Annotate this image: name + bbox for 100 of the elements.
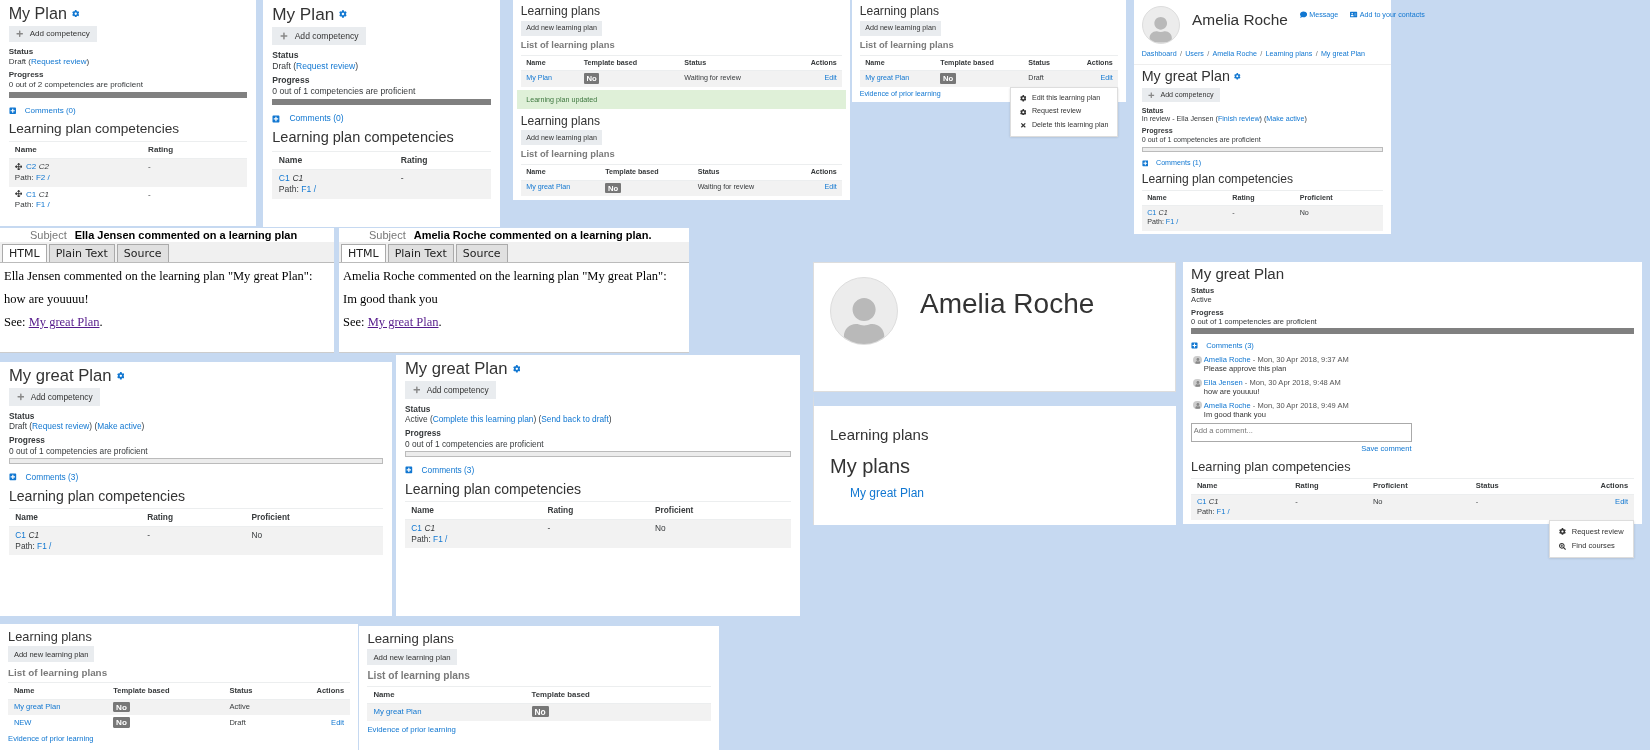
table-cell: - [140,526,246,556]
plus-icon [412,386,421,394]
progress-text: 0 out of 1 competencies are proficient [404,438,545,450]
path-link[interactable]: F1 / [37,540,52,551]
view-tab[interactable]: HTML [2,244,47,262]
expand-icon[interactable] [1191,342,1199,350]
competency-name: C1 [28,530,40,541]
text-link[interactable]: Send back to draft [541,414,609,425]
table-cell: - [541,519,649,549]
page-title: Learning plans [520,113,602,129]
email-paragraph: Im good thank you [343,292,439,307]
section-heading: My plans [830,455,912,478]
comments-link[interactable]: Comments (3) [421,464,475,476]
column-header: Name [272,151,395,170]
competency-link[interactable]: C1 [278,173,290,184]
view-tab[interactable]: Source [116,244,169,262]
section-heading: Learning plan competencies [1191,458,1352,475]
list-heading: List of learning plans [520,149,616,161]
column-header: Proficient [245,508,384,527]
column-header: Rating [541,501,649,520]
plan-title: My Plan [8,3,67,24]
view-tab[interactable]: Source [455,244,508,262]
email-paragraph: See: My great Plan. [4,315,104,330]
list-heading: List of learning plans [859,40,955,52]
add-competency-button[interactable]: Add competency [404,381,497,399]
path-label: Path: [411,533,431,544]
expand-icon[interactable] [1141,160,1149,167]
settings-icon [1019,108,1027,116]
expand-icon[interactable] [8,107,17,115]
list-heading: List of learning plans [367,670,471,683]
move-icon[interactable] [14,162,23,170]
profile-name: Amelia Roche [920,287,1095,321]
column-header: Name [404,501,541,520]
column-header: Proficient [648,501,792,520]
status-badge: No [531,706,549,718]
section-heading: Learning plan competencies [1141,172,1294,187]
view-tab[interactable]: HTML [341,244,386,262]
settings-icon[interactable] [1234,73,1241,81]
path-label: Path: [15,540,35,551]
subject-label: Subject [369,228,406,242]
list-heading: List of learning plans [8,666,109,679]
add-competency-button[interactable]: Add competency [8,388,101,406]
plan-title: My great Plan [1191,265,1285,284]
page-title: Learning plans [830,426,930,443]
status-label: Status [8,411,36,422]
expand-icon[interactable] [404,466,413,475]
settings-icon[interactable] [512,364,521,373]
speech-bubble-icon [1300,11,1308,19]
email-paragraph: how are youuuu! [4,292,90,307]
view-tab[interactable]: Plain Text [387,244,454,262]
add-competency-button[interactable]: Add competency [272,27,367,46]
status-text: Active (Complete this learning plan) (Send back to draft) [404,414,613,426]
subject-text: Amelia Roche commented on a learning plan. [413,228,652,242]
move-icon[interactable] [14,189,23,198]
settings-icon[interactable] [339,10,348,19]
path-link[interactable]: F1 / [433,533,448,544]
plan-link[interactable]: My great Plan [850,486,925,500]
plus-icon [1148,91,1155,99]
profile-name: Amelia Roche [1192,11,1288,30]
column-header: Rating [394,151,491,170]
avatar-icon [1193,401,1202,410]
progress-text: 0 out of 1 competencies are proficient [8,445,149,457]
email-paragraph: Ella Jensen commented on the learning plan "My great Plan": [4,269,314,284]
plan-title: My great Plan [8,365,112,386]
settings-icon [1558,528,1566,536]
subject-label: Subject [30,228,67,242]
settings-icon[interactable] [116,371,125,380]
plan-title: My Plan [272,3,335,25]
page-title: Learning plans [859,4,941,19]
comments-link[interactable]: Comments (0) [289,113,344,125]
expand-icon[interactable] [8,473,17,482]
competency-link[interactable]: C1 [15,530,26,541]
plus-icon [16,393,25,401]
table-cell: - [394,169,491,199]
status-label: Status [404,404,432,415]
section-heading: Learning plan competencies [272,129,455,147]
close-icon [1019,122,1027,129]
view-tab[interactable]: Plain Text [48,244,115,262]
settings-icon[interactable] [71,9,80,18]
text-link[interactable]: Make active [97,421,142,432]
progress-label: Progress [8,435,46,446]
avatar-icon [1193,355,1202,364]
competency-link[interactable]: C1 [411,523,422,534]
progress-label: Progress [404,428,442,439]
plan-title: My great Plan [404,358,508,379]
table-cell: No [245,526,384,556]
page-title: Learning plans [520,4,602,19]
plus-icon [16,30,24,38]
plan-title: My great Plan [1141,68,1230,86]
status-text: Draft (Request review) [272,60,360,73]
path-link[interactable]: F1 / [301,184,317,195]
competency-name: C1 [292,173,304,184]
section-heading: Learning plan competencies [404,480,583,498]
plus-icon [280,32,289,41]
avatar-placeholder [1141,5,1180,44]
status-label: Status [272,50,300,61]
comments-link[interactable]: Comments (3) [25,471,79,483]
page-title: Learning plans [8,628,93,644]
path-label: Path: [278,184,299,195]
expand-icon[interactable] [272,114,281,123]
